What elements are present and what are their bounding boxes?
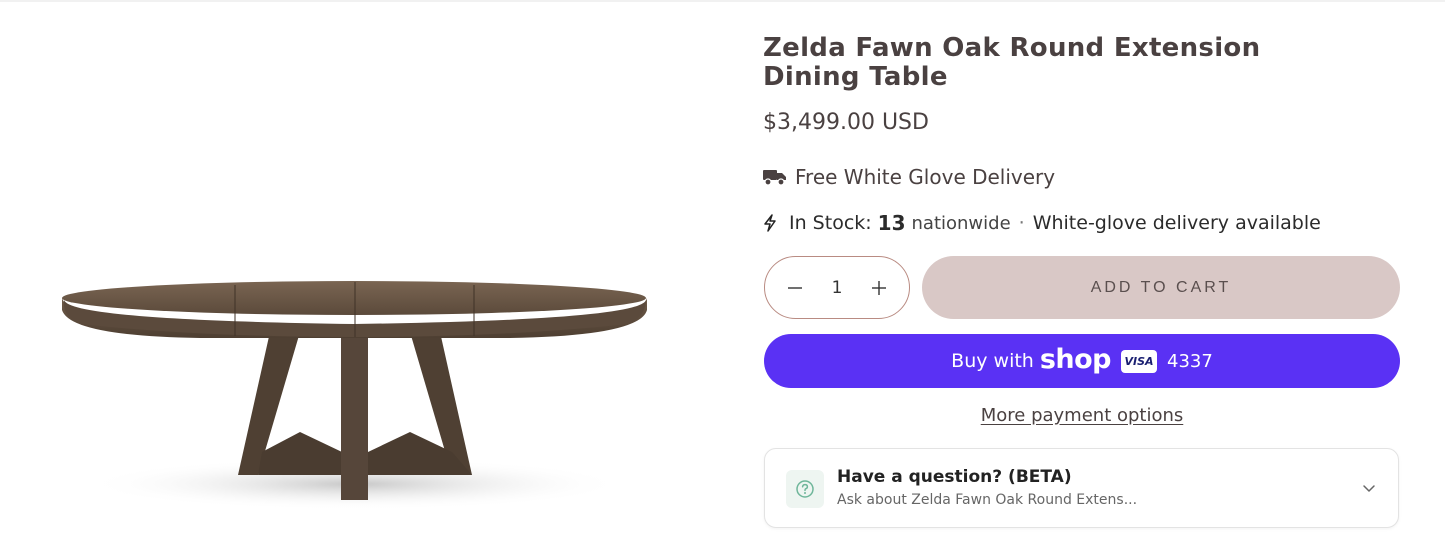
chevron-down-icon[interactable] <box>1362 481 1376 495</box>
question-circle-icon <box>786 470 824 508</box>
stock-info: In Stock: 13 nationwide · White-glove de… <box>763 211 1321 235</box>
question-title: Have a question? (BETA) <box>837 467 1072 487</box>
stock-prefix: In Stock: <box>789 212 872 234</box>
visa-card-icon: VISA <box>1121 349 1158 373</box>
delivery-info: Free White Glove Delivery <box>763 165 1055 189</box>
question-card[interactable]: Have a question? (BETA) Ask about Zelda … <box>764 448 1399 528</box>
quantity-input[interactable]: 1 <box>832 278 843 298</box>
dining-table-image <box>62 281 647 510</box>
question-subtitle: Ask about Zelda Fawn Oak Round Extens... <box>837 492 1138 508</box>
plus-icon <box>871 280 886 295</box>
quantity-increase-button[interactable] <box>869 278 889 298</box>
delivery-label: Free White Glove Delivery <box>795 165 1056 189</box>
truck-icon <box>763 168 787 186</box>
add-to-cart-button[interactable]: ADD TO CART <box>922 256 1400 319</box>
stock-separator: · <box>1018 212 1025 234</box>
buy-with-label: Buy with <box>951 350 1034 372</box>
product-price: $3,499.00 USD <box>763 110 929 135</box>
stock-note: White-glove delivery available <box>1032 212 1321 234</box>
product-image <box>0 2 720 538</box>
quantity-stepper: 1 <box>764 256 910 319</box>
card-last4: 4337 <box>1167 350 1213 372</box>
more-payment-options-link[interactable]: More payment options <box>764 405 1400 426</box>
shop-logo: shop <box>1039 343 1112 375</box>
stock-suffix: nationwide <box>911 212 1011 234</box>
lightning-icon <box>763 214 781 232</box>
buy-with-shop-button[interactable]: Buy with shop VISA 4337 <box>764 334 1400 388</box>
product-title: Zelda Fawn Oak Round Extension Dining Ta… <box>763 33 1261 92</box>
quantity-decrease-button[interactable] <box>785 278 805 298</box>
minus-icon <box>788 286 802 289</box>
stock-count: 13 <box>877 211 906 235</box>
